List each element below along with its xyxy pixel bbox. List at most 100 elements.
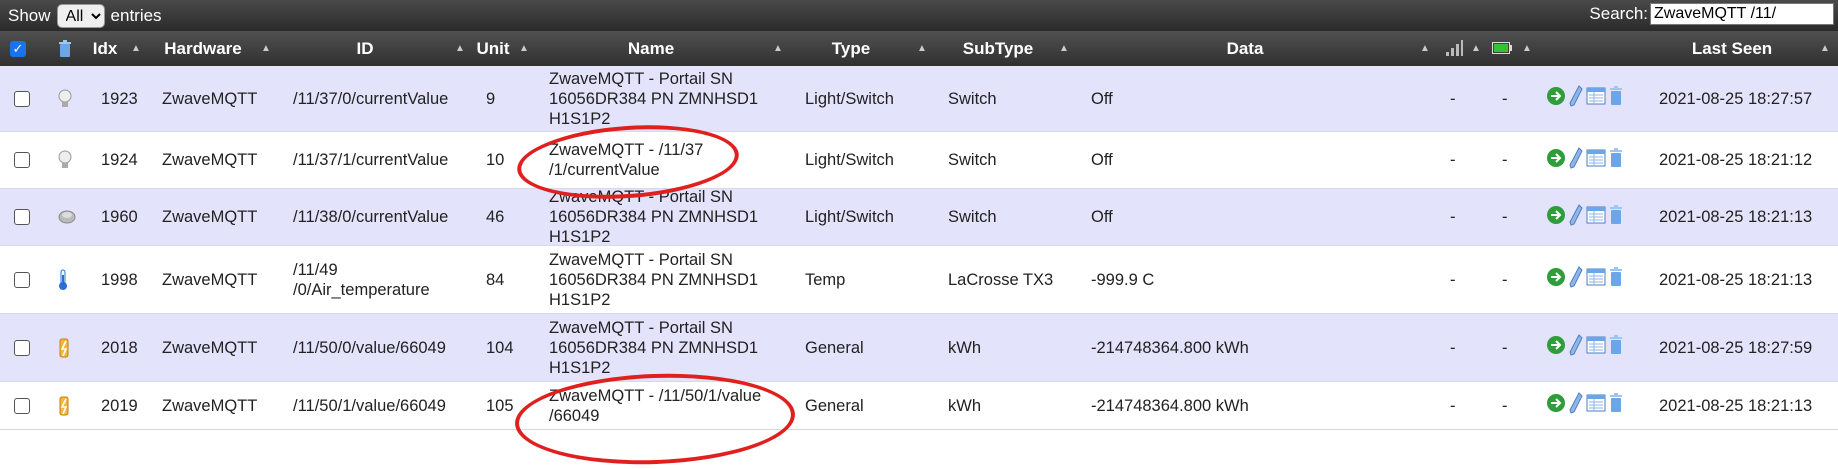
signal-cell: - bbox=[1450, 338, 1456, 357]
edit-icon[interactable] bbox=[1569, 392, 1583, 419]
sort-icon[interactable]: ▲ bbox=[1471, 31, 1481, 66]
search-input[interactable] bbox=[1650, 3, 1834, 25]
device-name-cell: ZwaveMQTT - Portail SN 16056DR384 PN ZMN… bbox=[549, 318, 759, 377]
log-icon[interactable] bbox=[1586, 268, 1606, 291]
table-row[interactable]: 1924 ZwaveMQTT/11/37/1/currentValue 10 Zwav… bbox=[0, 132, 1838, 189]
table-toolbar: Show All entries Search: bbox=[0, 0, 1838, 31]
type-cell: General bbox=[805, 338, 864, 357]
thermometer-icon[interactable] bbox=[58, 246, 68, 313]
log-icon[interactable] bbox=[1586, 206, 1606, 229]
battery-header-icon[interactable] bbox=[1490, 31, 1514, 66]
sort-icon[interactable]: ▲ bbox=[131, 31, 141, 66]
row-checkbox[interactable] bbox=[14, 152, 30, 168]
table-row[interactable]: 1923 ZwaveMQTT/11/37/0/currentValue 9 Zwave… bbox=[0, 66, 1838, 132]
delete-icon[interactable] bbox=[1609, 393, 1623, 418]
log-icon[interactable] bbox=[1586, 394, 1606, 417]
data-cell: -214748364.800 kWh bbox=[1091, 396, 1249, 415]
col-unit[interactable]: Unit bbox=[473, 31, 513, 66]
col-last-seen[interactable]: Last Seen bbox=[1690, 31, 1774, 66]
type-cell: Light/Switch bbox=[805, 208, 894, 226]
row-select-cell bbox=[14, 189, 30, 245]
row-checkbox[interactable] bbox=[14, 209, 30, 225]
edit-icon[interactable] bbox=[1569, 146, 1583, 174]
delete-icon[interactable] bbox=[1609, 267, 1623, 292]
subtype-cell: kWh bbox=[948, 396, 981, 415]
delete-icon[interactable] bbox=[1609, 86, 1623, 111]
delete-icon[interactable] bbox=[1609, 335, 1623, 360]
row-checkbox[interactable] bbox=[14, 271, 30, 288]
table-row[interactable]: 1998 ZwaveMQTT/11/49 /0/Air_temperature 84… bbox=[0, 246, 1838, 314]
sort-icon[interactable]: ▲ bbox=[261, 31, 271, 66]
type-cell: General bbox=[805, 396, 864, 415]
subtype-cell: Switch bbox=[948, 208, 997, 226]
col-name[interactable]: Name bbox=[620, 31, 682, 66]
id-cell: /11/38/0/currentValue bbox=[293, 208, 449, 226]
idx-cell: 2019 bbox=[101, 396, 138, 415]
table-row[interactable]: 2018 ZwaveMQTT/11/50/0/value/66049 104 Zwav… bbox=[0, 314, 1838, 382]
battery-cell: - bbox=[1502, 208, 1508, 226]
go-icon[interactable] bbox=[1546, 267, 1566, 292]
delete-header-icon[interactable] bbox=[52, 31, 78, 66]
entries-select[interactable]: All bbox=[56, 4, 105, 28]
signal-header-icon[interactable] bbox=[1442, 31, 1466, 66]
delete-icon[interactable] bbox=[1609, 204, 1623, 230]
table-row[interactable]: 2019 ZwaveMQTT/11/50/1/value/66049 105 Zwav… bbox=[0, 382, 1838, 430]
row-checkbox[interactable] bbox=[14, 397, 30, 414]
search-label: Search: bbox=[1589, 4, 1648, 23]
col-idx[interactable]: Idx bbox=[90, 31, 120, 66]
select-all-checkbox[interactable]: ✓ bbox=[10, 41, 26, 57]
last-seen-cell: 2021-08-25 18:21:13 bbox=[1659, 208, 1813, 226]
table-row[interactable]: 1960 ZwaveMQTT/11/38/0/currentValue 46 Zwav… bbox=[0, 188, 1838, 246]
log-icon[interactable] bbox=[1586, 149, 1606, 172]
signal-cell: - bbox=[1450, 89, 1456, 108]
battery-cell: - bbox=[1502, 270, 1508, 289]
log-icon[interactable] bbox=[1586, 87, 1606, 110]
select-all-cell: ✓ bbox=[10, 31, 30, 66]
sort-icon[interactable]: ▲ bbox=[1522, 31, 1532, 66]
col-type[interactable]: Type bbox=[824, 31, 878, 66]
go-icon[interactable] bbox=[1546, 335, 1566, 360]
edit-icon[interactable] bbox=[1569, 334, 1583, 361]
go-icon[interactable] bbox=[1546, 86, 1566, 111]
blind-icon[interactable] bbox=[58, 189, 76, 245]
row-checkbox[interactable] bbox=[14, 339, 30, 356]
col-id[interactable]: ID bbox=[350, 31, 380, 66]
go-icon[interactable] bbox=[1546, 393, 1566, 418]
bulb-icon[interactable] bbox=[58, 66, 72, 131]
go-icon[interactable] bbox=[1546, 205, 1566, 230]
data-cell: Off bbox=[1091, 89, 1113, 108]
log-icon[interactable] bbox=[1586, 336, 1606, 359]
col-data[interactable]: Data bbox=[1220, 31, 1270, 66]
unit-cell: 46 bbox=[486, 208, 505, 226]
meter-icon[interactable] bbox=[58, 314, 72, 381]
hardware-cell: ZwaveMQTT bbox=[162, 338, 258, 357]
sort-icon[interactable]: ▲ bbox=[917, 31, 927, 66]
hardware-cell: ZwaveMQTT bbox=[162, 270, 258, 289]
data-cell: -999.9 C bbox=[1091, 270, 1155, 289]
idx-cell: 1924 bbox=[101, 151, 138, 169]
sort-icon[interactable]: ▲ bbox=[1420, 31, 1430, 66]
col-subtype[interactable]: SubType bbox=[958, 31, 1038, 66]
col-hardware[interactable]: Hardware bbox=[158, 31, 248, 66]
actions-cell bbox=[1546, 132, 1626, 188]
idx-cell: 1960 bbox=[101, 208, 138, 226]
id-cell: /11/49 /0/Air_temperature bbox=[293, 260, 430, 299]
device-name-cell: ZwaveMQTT - /11/50/1/value /66049 bbox=[549, 386, 762, 425]
unit-cell: 10 bbox=[486, 151, 505, 169]
bulb-icon[interactable] bbox=[58, 132, 72, 188]
delete-icon[interactable] bbox=[1609, 147, 1623, 173]
meter-icon[interactable] bbox=[58, 382, 72, 429]
go-icon[interactable] bbox=[1546, 148, 1566, 173]
edit-icon[interactable] bbox=[1569, 266, 1583, 293]
unit-cell: 104 bbox=[486, 338, 514, 357]
sort-icon[interactable]: ▲ bbox=[1059, 31, 1069, 66]
sort-icon[interactable]: ▲ bbox=[455, 31, 465, 66]
edit-icon[interactable] bbox=[1569, 203, 1583, 231]
sort-icon[interactable]: ▲ bbox=[773, 31, 783, 66]
sort-icon[interactable]: ▲ bbox=[1820, 31, 1830, 66]
id-cell: /11/50/1/value/66049 bbox=[293, 396, 446, 415]
row-checkbox[interactable] bbox=[14, 90, 30, 107]
unit-cell: 105 bbox=[486, 396, 514, 415]
edit-icon[interactable] bbox=[1569, 85, 1583, 112]
sort-icon[interactable]: ▲ bbox=[519, 31, 529, 66]
